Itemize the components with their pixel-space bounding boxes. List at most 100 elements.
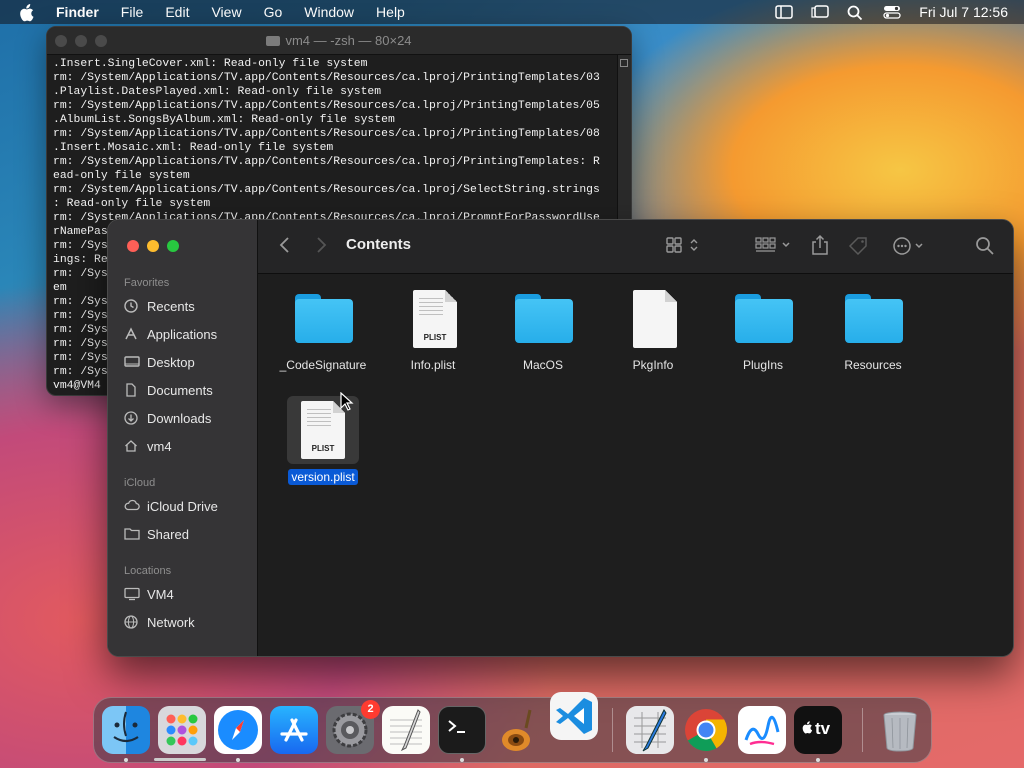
menu-app-name[interactable]: Finder xyxy=(56,4,99,20)
computer-icon xyxy=(124,587,140,601)
running-indicator xyxy=(460,758,464,762)
menu-edit[interactable]: Edit xyxy=(165,4,189,20)
shared-folder-icon xyxy=(124,527,140,541)
running-indicator xyxy=(236,758,240,762)
apple-tv-label: tv xyxy=(815,719,831,738)
terminal-titlebar[interactable]: vm4 — -zsh — 80×24 xyxy=(47,27,631,55)
file-item-codesignature[interactable]: _CodeSignature xyxy=(268,288,378,372)
search-icon[interactable] xyxy=(975,236,995,258)
folder-icon xyxy=(291,288,355,352)
terminal-line: rm: /System/Applications/TV.app/Contents… xyxy=(53,184,600,196)
file-item-info-plist[interactable]: PLIST Info.plist xyxy=(378,288,488,372)
clock-icon xyxy=(124,299,138,313)
sidebar-item-vm4[interactable]: VM4 xyxy=(124,583,254,605)
download-icon xyxy=(124,411,138,425)
sidebar-item-network[interactable]: Network xyxy=(124,611,254,633)
tag-icon[interactable] xyxy=(848,236,870,258)
finder-window: Favorites Recents Applications Desktop D… xyxy=(107,219,1014,657)
terminal-line: .Insert.Mosaic.xml: Read-only file syste… xyxy=(53,142,334,154)
folder-icon xyxy=(266,36,281,46)
menu-file[interactable]: File xyxy=(121,4,144,20)
terminal-line: rm: /System/Applications/TV.app/Contents… xyxy=(53,72,600,84)
folder-icon xyxy=(731,288,795,352)
menu-bar: Finder File Edit View Go Window Help Fri… xyxy=(0,0,1024,24)
control-center-icon[interactable] xyxy=(883,5,901,19)
dock-separator xyxy=(612,708,613,752)
applications-icon xyxy=(124,327,138,341)
finder-toolbar: Contents xyxy=(258,220,1013,274)
folder-icon xyxy=(511,288,575,352)
trash-icon[interactable] xyxy=(876,706,924,754)
xcode-instruments-icon[interactable] xyxy=(626,706,674,754)
file-grid: _CodeSignature PLIST Info.plist MacOS Pk… xyxy=(258,274,1013,656)
plist-document-icon: PLIST xyxy=(401,288,465,352)
menu-view[interactable]: View xyxy=(211,4,241,20)
sidebar-item-recents[interactable]: Recents xyxy=(124,295,254,317)
file-item-macos[interactable]: MacOS xyxy=(488,288,598,372)
menu-go[interactable]: Go xyxy=(264,4,283,20)
dock-highlight-bar xyxy=(154,758,206,761)
running-indicator xyxy=(704,758,708,762)
dock-separator xyxy=(862,708,863,752)
sidebar-item-home[interactable]: vm4 xyxy=(124,435,254,457)
terminal-icon[interactable] xyxy=(438,706,486,754)
terminal-title: vm4 — -zsh — 80×24 xyxy=(47,33,631,48)
terminal-line: rm: /System/Applications/TV.app/Contents… xyxy=(53,128,600,140)
finder-icon[interactable] xyxy=(102,706,150,754)
spotlight-search-icon[interactable] xyxy=(847,5,865,21)
sidebar-item-desktop[interactable]: Desktop xyxy=(124,351,254,373)
folder-title: Contents xyxy=(346,236,411,253)
finder-close-button[interactable] xyxy=(127,240,139,252)
safari-icon[interactable] xyxy=(214,706,262,754)
textedit-icon[interactable] xyxy=(382,706,430,754)
group-by-button[interactable] xyxy=(755,236,793,258)
file-item-plugins[interactable]: PlugIns xyxy=(708,288,818,372)
app-store-icon[interactable] xyxy=(270,706,318,754)
menu-help[interactable]: Help xyxy=(376,4,405,20)
notification-badge: 2 xyxy=(361,700,380,719)
menu-window[interactable]: Window xyxy=(304,4,354,20)
desktop-icon xyxy=(124,355,140,369)
stage-manager-icon[interactable] xyxy=(811,5,830,19)
file-item-pkginfo[interactable]: PkgInfo xyxy=(598,288,708,372)
sidebar-item-documents[interactable]: Documents xyxy=(124,379,254,401)
sidebar-item-icloud-drive[interactable]: iCloud Drive xyxy=(124,495,254,517)
terminal-line: : Read-only file system xyxy=(53,198,211,210)
cloud-icon xyxy=(124,499,140,513)
chrome-icon[interactable] xyxy=(682,706,730,754)
garageband-icon[interactable] xyxy=(494,706,542,754)
apple-menu-icon[interactable] xyxy=(18,4,38,22)
finder-minimize-button[interactable] xyxy=(147,240,159,252)
dock: 2 tv xyxy=(93,692,932,763)
home-icon xyxy=(124,439,138,453)
more-actions-button[interactable] xyxy=(892,236,928,258)
finder-zoom-button[interactable] xyxy=(167,240,179,252)
forward-button[interactable] xyxy=(314,236,328,258)
freeform-icon[interactable] xyxy=(738,706,786,754)
document-icon xyxy=(124,383,138,397)
back-button[interactable] xyxy=(278,236,292,258)
file-item-resources[interactable]: Resources xyxy=(818,288,928,372)
terminal-line: rm: /System/Applications/TV.app/Contents… xyxy=(53,100,600,112)
sidebar-item-shared[interactable]: Shared xyxy=(124,523,254,545)
globe-icon xyxy=(124,615,138,629)
terminal-line: .Insert.SingleCover.xml: Read-only file … xyxy=(53,58,368,70)
sidebar-item-applications[interactable]: Applications xyxy=(124,323,254,345)
view-mode-button[interactable] xyxy=(666,236,702,258)
file-item-version-plist[interactable]: PLIST version.plist xyxy=(268,396,378,485)
sidebar-header-locations: Locations xyxy=(124,565,172,577)
apple-tv-icon[interactable]: tv xyxy=(794,706,842,754)
sidebar-toggle-icon[interactable] xyxy=(775,5,794,19)
folder-icon xyxy=(841,288,905,352)
finder-content: Contents _CodeSignature PLIST Info.plist… xyxy=(258,220,1013,656)
terminal-line: .Playlist.DatesPlayed.xml: Read-only fil… xyxy=(53,86,382,98)
sidebar-item-downloads[interactable]: Downloads xyxy=(124,407,254,429)
menu-clock[interactable]: Fri Jul 7 12:56 xyxy=(919,4,1008,20)
vscode-icon[interactable] xyxy=(550,692,598,740)
share-icon[interactable] xyxy=(811,234,829,256)
launchpad-icon[interactable] xyxy=(158,706,206,754)
terminal-line: rm: /System/Applications/TV.app/Contents… xyxy=(53,156,600,168)
sidebar-header-favorites: Favorites xyxy=(124,277,170,289)
system-settings-icon[interactable]: 2 xyxy=(326,700,380,754)
scroll-marker-icon xyxy=(620,59,628,67)
